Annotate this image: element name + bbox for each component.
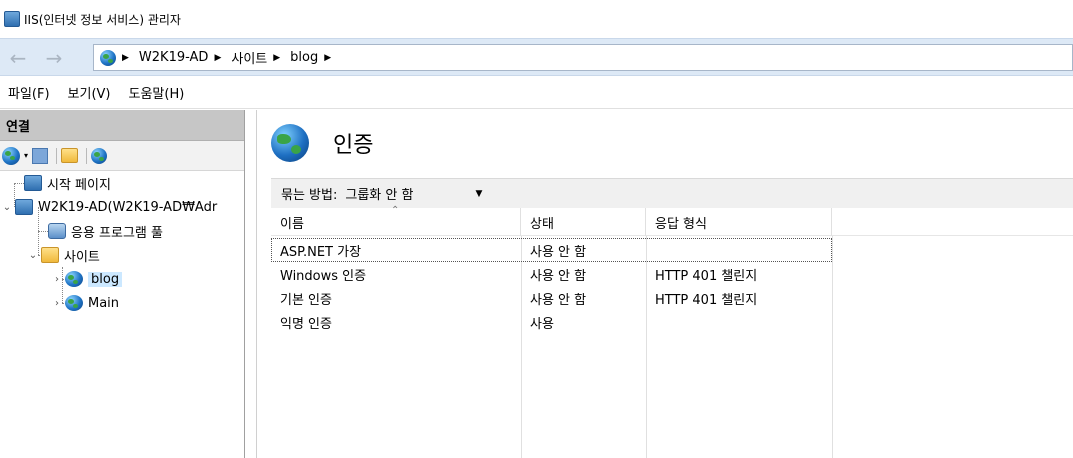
column-header-status[interactable]: 상태 [521, 208, 646, 236]
table-row[interactable]: 기본 인증 사용 안 함 HTTP 401 챌린지 [271, 286, 832, 310]
toolbar-separator [56, 147, 58, 164]
table-row[interactable]: 익명 인증 사용 [271, 310, 832, 334]
breadcrumb-server[interactable]: W2K19-AD [139, 50, 209, 65]
back-button[interactable]: ← [2, 45, 34, 71]
globe-icon [100, 49, 116, 66]
authentication-feature-pane: 인증 묶는 방법: 그룹화 안 함 ▼ ⌃ 이름 상태 응답 형식 ASP.NE… [256, 110, 1073, 458]
menu-bar: 파일(F) 보기(V) 도움말(H) [0, 77, 1073, 109]
breadcrumb[interactable]: ▶ W2K19-AD ▶ 사이트 ▶ blog ▶ [93, 44, 1073, 71]
breadcrumb-separator-icon[interactable]: ▶ [273, 53, 280, 63]
back-arrow-icon: ← [9, 46, 27, 70]
connect-icon[interactable] [2, 146, 20, 165]
breadcrumb-blog[interactable]: blog [290, 50, 318, 65]
breadcrumb-separator-icon[interactable]: ▶ [214, 53, 221, 63]
authentication-globe-icon [271, 124, 309, 162]
group-by-select[interactable]: 그룹화 안 함 ▼ [341, 184, 486, 203]
group-by-label: 묶는 방법: [281, 188, 338, 203]
app-pool-icon [48, 223, 66, 239]
up-folder-icon[interactable] [61, 148, 79, 163]
connections-header: 연결 [0, 110, 244, 141]
forward-button[interactable]: → [38, 45, 70, 71]
breadcrumb-separator-icon[interactable]: ▶ [122, 53, 129, 63]
page-title: 인증 [333, 133, 374, 158]
title-bar: IIS(인터넷 정보 서비스) 관리자 [0, 0, 1073, 38]
breadcrumb-sites[interactable]: 사이트 [231, 48, 267, 67]
sites-folder-icon [41, 247, 59, 263]
connections-pane: 연결 ▾ 시작 페이지 ⌄ W2K19-AD(W2K19-AD₩Adr 응용 프 [0, 110, 245, 458]
tree-item-site-blog[interactable]: › blog [52, 268, 123, 290]
collapse-chevron-icon[interactable]: ⌄ [28, 250, 38, 261]
sort-ascending-icon: ⌃ [391, 205, 400, 216]
table-row[interactable]: ASP.NET 가장 사용 안 함 [271, 238, 832, 262]
dropdown-caret-icon: ▼ [475, 188, 483, 199]
toolbar-separator [86, 147, 88, 164]
column-header-name[interactable]: ⌃ 이름 [271, 205, 521, 236]
feature-header: 인증 [271, 124, 373, 162]
collapse-chevron-icon[interactable]: ⌄ [2, 202, 12, 213]
server-icon [15, 199, 33, 215]
tree-item-site-main[interactable]: › Main [52, 292, 119, 314]
expand-chevron-icon[interactable]: › [52, 274, 62, 285]
delete-connection-icon[interactable] [91, 147, 108, 164]
group-by-bar: 묶는 방법: 그룹화 안 함 ▼ [271, 178, 1073, 208]
site-globe-icon [65, 271, 83, 287]
start-page-icon [24, 175, 42, 191]
site-globe-icon [65, 295, 83, 311]
list-header: ⌃ 이름 상태 응답 형식 [271, 205, 1073, 236]
window-title: IIS(인터넷 정보 서비스) 관리자 [24, 12, 181, 27]
connections-toolbar: ▾ [0, 141, 244, 171]
iis-manager-icon [4, 11, 20, 27]
forward-arrow-icon: → [45, 46, 63, 70]
connect-dropdown-icon[interactable]: ▾ [24, 151, 28, 160]
save-icon[interactable] [32, 147, 49, 164]
tree-item-app-pools[interactable]: 응용 프로그램 풀 [48, 220, 163, 242]
tree-item-start-page[interactable]: 시작 페이지 [24, 172, 111, 194]
column-header-response-type[interactable]: 응답 형식 [646, 208, 832, 236]
menu-view[interactable]: 보기(V) [68, 83, 111, 102]
menu-help[interactable]: 도움말(H) [129, 83, 185, 102]
breadcrumb-separator-icon[interactable]: ▶ [324, 53, 331, 63]
tree-item-sites[interactable]: ⌄ 사이트 [28, 244, 100, 266]
address-bar: ← → ▶ W2K19-AD ▶ 사이트 ▶ blog ▶ [0, 38, 1073, 76]
column-divider [832, 236, 833, 458]
tree-item-server[interactable]: ⌄ W2K19-AD(W2K19-AD₩Adr [2, 196, 217, 218]
authentication-list: ⌃ 이름 상태 응답 형식 ASP.NET 가장 사용 안 함 Windows … [271, 205, 1073, 458]
menu-file[interactable]: 파일(F) [8, 83, 50, 102]
expand-chevron-icon[interactable]: › [52, 298, 62, 309]
table-row[interactable]: Windows 인증 사용 안 함 HTTP 401 챌린지 [271, 262, 832, 286]
